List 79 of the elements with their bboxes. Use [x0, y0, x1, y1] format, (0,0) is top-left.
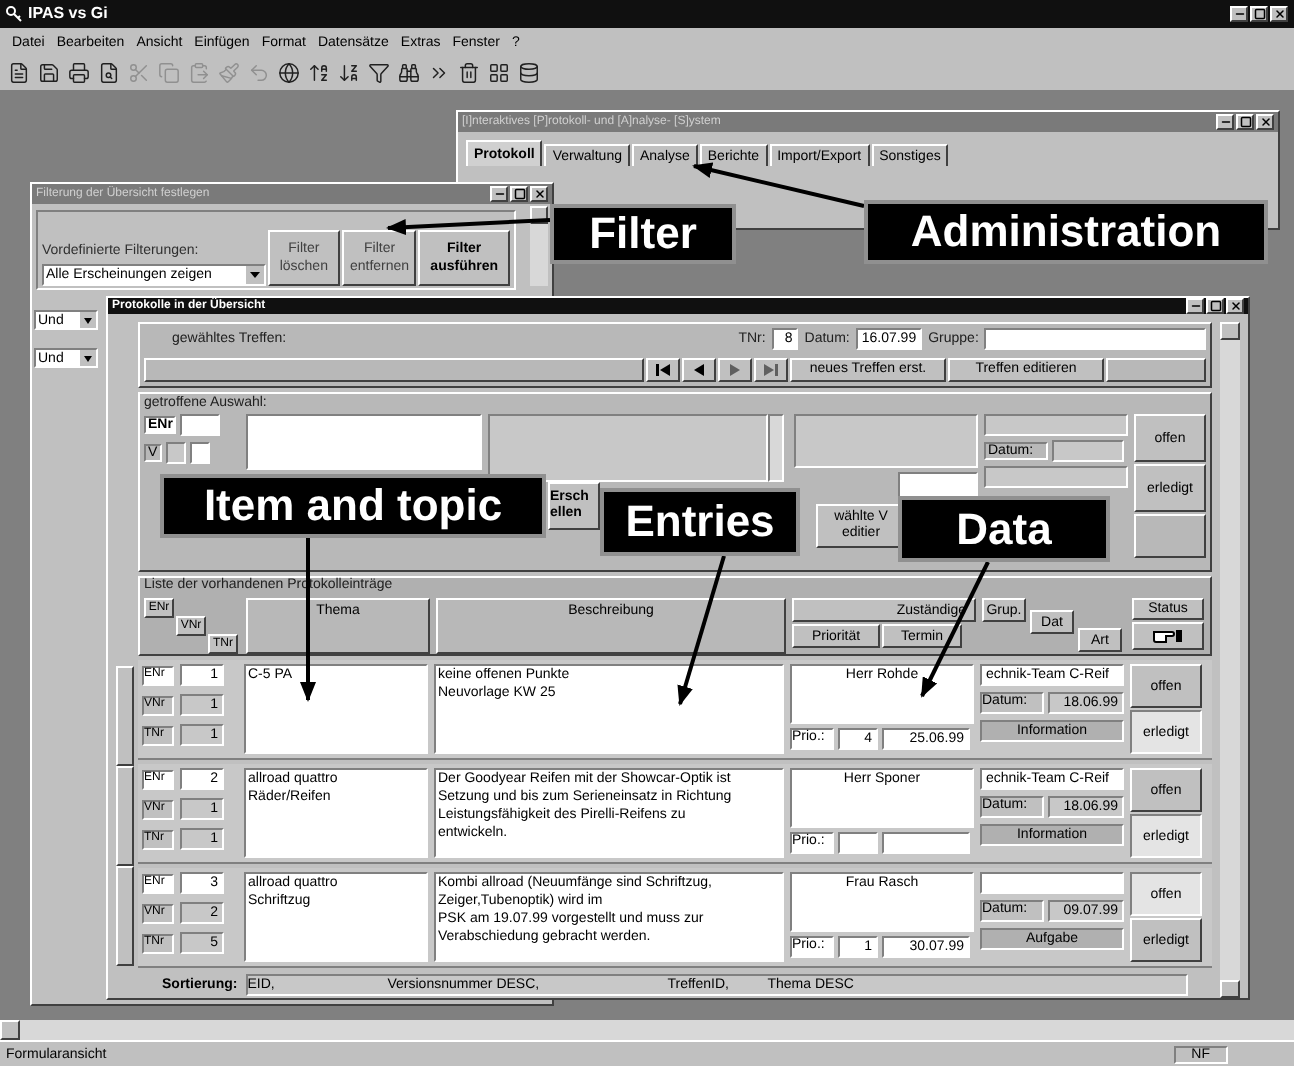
text-field[interactable]: [838, 832, 878, 854]
sort-ascending-icon[interactable]: [308, 62, 330, 84]
text-field[interactable]: [165, 442, 186, 464]
minimize-button[interactable]: [490, 186, 508, 202]
maximize-icon: [1209, 300, 1221, 312]
trash-icon[interactable]: [458, 62, 480, 84]
record-nav-button[interactable]: [754, 357, 788, 381]
pointing-hand-button[interactable]: [1132, 622, 1204, 650]
text-field[interactable]: [882, 832, 970, 854]
text-area[interactable]: [794, 414, 978, 468]
close-button[interactable]: [1270, 6, 1288, 22]
scrollbar[interactable]: [768, 414, 784, 482]
pointing-hand-icon: [1152, 628, 1184, 644]
record-nav-button[interactable]: [718, 357, 752, 381]
close-button[interactable]: [1256, 114, 1274, 130]
app-title: IPAS vs Gi: [28, 6, 108, 22]
next-record-icon: [728, 363, 742, 375]
text-area[interactable]: [246, 414, 482, 470]
binoculars-icon[interactable]: [398, 62, 420, 84]
close-icon: [1259, 116, 1271, 128]
record-nav-button[interactable]: [682, 357, 716, 381]
blank-button[interactable]: [1134, 514, 1206, 558]
maximize-button[interactable]: [1206, 298, 1224, 314]
last-record-icon: [764, 363, 778, 375]
callout-label: Filter: [550, 204, 736, 264]
minimize-icon: [1233, 8, 1245, 20]
text-area[interactable]: [488, 414, 768, 482]
close-icon: [533, 188, 545, 200]
text-field[interactable]: [180, 414, 221, 436]
vertical-scrollbar[interactable]: [1220, 322, 1240, 998]
record-nav-button[interactable]: [646, 357, 680, 381]
maximize-icon: [513, 188, 525, 200]
save-icon[interactable]: [38, 62, 60, 84]
minimize-button[interactable]: [1186, 298, 1204, 314]
minimize-icon: [493, 188, 505, 200]
database-icon[interactable]: [518, 62, 540, 84]
record-selector[interactable]: [116, 866, 134, 966]
text-field[interactable]: [984, 414, 1128, 436]
close-button[interactable]: [530, 186, 548, 202]
blank-button[interactable]: [1106, 357, 1206, 381]
minimize-icon: [1219, 116, 1231, 128]
text-field[interactable]: [984, 466, 1128, 488]
close-icon: [1273, 8, 1285, 20]
double-chevron-icon[interactable]: [428, 62, 450, 84]
minimize-button[interactable]: [1216, 114, 1234, 130]
record-selector[interactable]: [116, 766, 134, 866]
maximize-button[interactable]: [510, 186, 528, 202]
first-record-icon: [656, 363, 670, 375]
callout-label: Administration: [864, 200, 1268, 264]
sort-descending-icon[interactable]: [338, 62, 360, 84]
minimize-icon: [1189, 300, 1201, 312]
filter-icon[interactable]: [368, 62, 390, 84]
callout-label: Entries: [600, 488, 800, 556]
maximize-button[interactable]: [1236, 114, 1254, 130]
vertical-scrollbar[interactable]: [530, 206, 548, 286]
print-icon[interactable]: [68, 62, 90, 84]
record-selector[interactable]: [116, 666, 134, 766]
horizontal-scrollbar[interactable]: [0, 1020, 1294, 1040]
text-field[interactable]: [984, 328, 1206, 350]
minimize-button[interactable]: [1230, 6, 1248, 22]
callout-label: Item and topic: [160, 474, 546, 538]
close-button[interactable]: [1226, 298, 1244, 314]
globe-icon[interactable]: [278, 62, 300, 84]
dropdown-arrow-icon: [80, 350, 96, 366]
dropdown-arrow-icon: [245, 266, 263, 284]
preview-icon[interactable]: [98, 62, 120, 84]
text-field[interactable]: [189, 442, 210, 464]
previous-record-icon: [692, 363, 706, 375]
text-field[interactable]: [980, 872, 1124, 894]
maximize-icon: [1239, 116, 1251, 128]
grid-icon[interactable]: [488, 62, 510, 84]
dropdown-arrow-icon: [80, 312, 96, 328]
maximize-icon: [1253, 8, 1265, 20]
callout-label: Data: [898, 496, 1110, 562]
maximize-button[interactable]: [1250, 6, 1268, 22]
document-icon[interactable]: [8, 62, 30, 84]
key-icon: [6, 6, 22, 22]
close-icon: [1229, 300, 1241, 312]
text-field[interactable]: [1052, 440, 1124, 462]
